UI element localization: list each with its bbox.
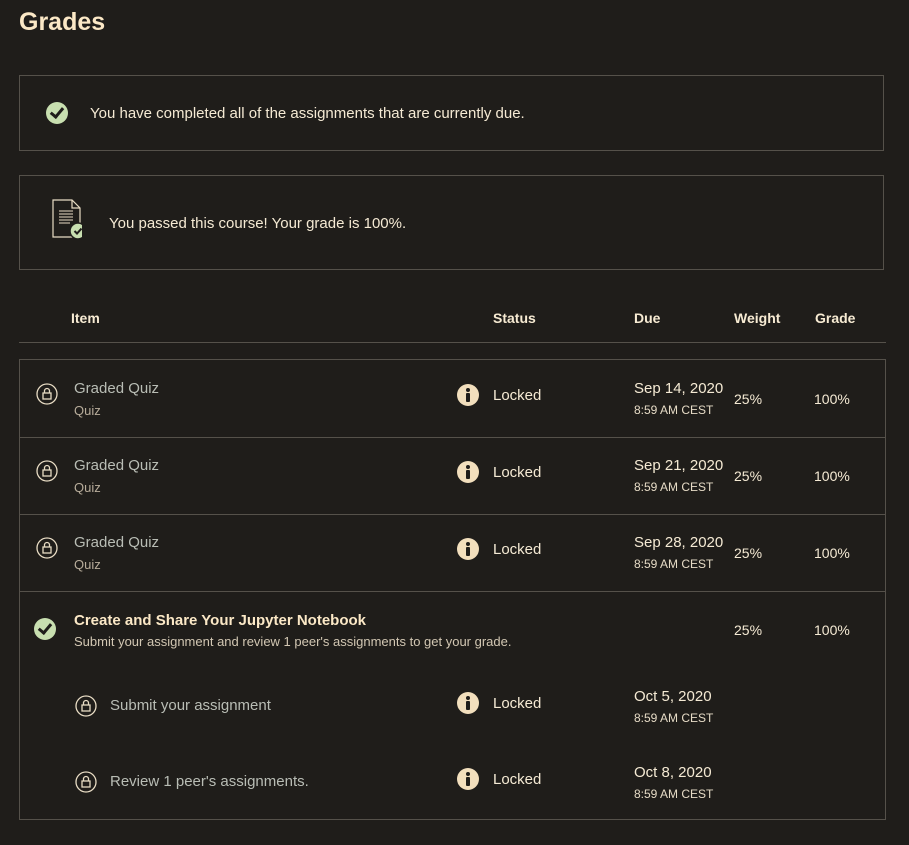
weight-value: 25%: [734, 391, 763, 407]
header-grade: Grade: [815, 310, 856, 326]
status-text: Locked: [493, 464, 542, 481]
due-time: 8:59 AM CEST: [634, 787, 714, 801]
header-weight: Weight: [734, 310, 781, 326]
grade-value: 100%: [814, 468, 850, 484]
weight-value: 25%: [734, 468, 763, 484]
weight-value: 25%: [734, 545, 763, 561]
page-title: Grades: [19, 8, 106, 36]
project-title[interactable]: Create and Share Your Jupyter Notebook: [74, 612, 366, 629]
due-date: Sep 28, 2020: [634, 534, 724, 551]
table-row[interactable]: Graded Quiz Quiz Locked Sep 21, 2020 8:5…: [20, 437, 885, 515]
item-link[interactable]: Graded Quiz: [74, 457, 159, 474]
grade-value: 100%: [814, 545, 850, 561]
due-time: 8:59 AM CEST: [634, 403, 714, 417]
header-due: Due: [634, 310, 661, 326]
due-date: Sep 21, 2020: [634, 457, 724, 474]
status-text: Locked: [493, 541, 542, 558]
project-description: Submit your assignment and review 1 peer…: [74, 634, 512, 649]
grades-table-header: Item Status Due Weight Grade: [19, 300, 886, 343]
info-icon[interactable]: [457, 538, 479, 560]
status-text: Locked: [493, 695, 542, 712]
list-item[interactable]: Submit your assignment Locked Oct 5, 202…: [20, 680, 885, 730]
lock-icon: [36, 537, 58, 559]
passed-alert-text: You passed this course! Your grade is 10…: [109, 215, 407, 232]
weight-value: 25%: [734, 622, 763, 638]
header-item: Item: [71, 310, 100, 326]
document-check-icon: [52, 199, 82, 239]
item-link[interactable]: Submit your assignment: [110, 697, 271, 714]
status-text: Locked: [493, 771, 542, 788]
table-row[interactable]: Graded Quiz Quiz Locked Sep 14, 2020 8:5…: [20, 360, 885, 438]
info-icon[interactable]: [457, 692, 479, 714]
check-circle-icon: [46, 102, 68, 124]
due-time: 8:59 AM CEST: [634, 711, 714, 725]
item-type: Quiz: [74, 403, 101, 418]
grades-table: Graded Quiz Quiz Locked Sep 14, 2020 8:5…: [19, 359, 886, 820]
info-icon[interactable]: [457, 384, 479, 406]
due-time: 8:59 AM CEST: [634, 480, 714, 494]
table-row[interactable]: Graded Quiz Quiz Locked Sep 28, 2020 8:5…: [20, 514, 885, 592]
list-item[interactable]: Review 1 peer's assignments. Locked Oct …: [20, 756, 885, 806]
lock-icon: [75, 771, 97, 793]
check-circle-icon: [34, 618, 56, 640]
info-icon[interactable]: [457, 768, 479, 790]
item-link[interactable]: Graded Quiz: [74, 380, 159, 397]
item-link[interactable]: Graded Quiz: [74, 534, 159, 551]
due-time: 8:59 AM CEST: [634, 557, 714, 571]
lock-icon: [75, 695, 97, 717]
due-date: Oct 8, 2020: [634, 764, 712, 781]
info-icon[interactable]: [457, 461, 479, 483]
grade-value: 100%: [814, 391, 850, 407]
grade-value: 100%: [814, 622, 850, 638]
header-status: Status: [493, 310, 536, 326]
status-text: Locked: [493, 387, 542, 404]
completed-alert: You have completed all of the assignment…: [19, 75, 884, 151]
item-type: Quiz: [74, 557, 101, 572]
passed-alert: You passed this course! Your grade is 10…: [19, 175, 884, 270]
item-link[interactable]: Review 1 peer's assignments.: [110, 773, 309, 790]
lock-icon: [36, 383, 58, 405]
due-date: Oct 5, 2020: [634, 688, 712, 705]
item-type: Quiz: [74, 480, 101, 495]
due-date: Sep 14, 2020: [634, 380, 724, 397]
lock-icon: [36, 460, 58, 482]
completed-alert-text: You have completed all of the assignment…: [90, 105, 525, 122]
